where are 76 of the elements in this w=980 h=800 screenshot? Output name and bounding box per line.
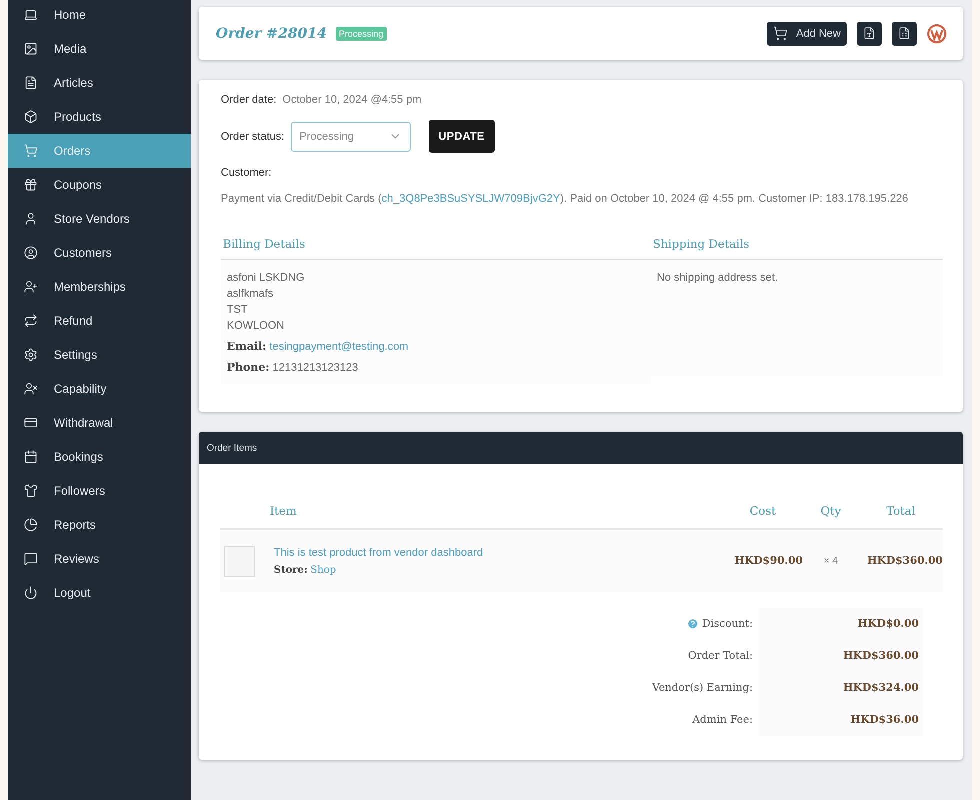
store-line: Store: Shop (274, 564, 338, 576)
sidebar-item[interactable]: Media (8, 32, 191, 66)
total-value: HKD$324.00 (843, 682, 919, 694)
phone-line: Phone: 12131213123123 (227, 361, 360, 374)
address-line: TST (227, 304, 249, 316)
calendar-icon (24, 450, 38, 464)
pdf-button[interactable] (857, 22, 882, 46)
payment-info: Payment via Credit/Debit Cards (ch_3Q8Pe3BSuSYSLJW709BjvG2Y). Paid on October 10, 2024 @ 4:55 pm. Customer IP: 183.178.195.226 (221, 193, 908, 205)
logo-icon[interactable] (927, 24, 947, 44)
total-label: Order Total: (687, 649, 754, 664)
total-label: Vendor(s) Earning: (651, 681, 754, 696)
total-value: HKD$0.00 (858, 618, 919, 630)
shipping-text: No shipping address set. (657, 272, 780, 284)
pie-chart-icon (24, 518, 38, 532)
address-line: aslfkmafs (227, 288, 274, 300)
sidebar-item[interactable]: Coupons (8, 168, 191, 202)
field-label: Customer: (221, 167, 272, 179)
total-value: HKD$360.00 (843, 650, 919, 662)
sidebar-item[interactable]: Withdrawal (8, 406, 191, 440)
total-value: HKD$360.00 (866, 555, 943, 567)
address-line: asfoni LSKDNG (227, 272, 306, 284)
cart-icon (24, 144, 38, 158)
credit-card-icon (24, 416, 38, 430)
total-value: HKD$36.00 (850, 714, 919, 726)
column-header: Item (270, 504, 298, 518)
update-button[interactable]: UPDATE (428, 120, 495, 153)
user-circle-icon (24, 246, 38, 260)
product-thumbnail (224, 546, 255, 576)
sidebar-item[interactable]: Reviews (8, 542, 191, 576)
user-x-icon (24, 382, 38, 396)
sidebar-item[interactable]: Products (8, 100, 191, 134)
sidebar-item[interactable]: Reports (8, 508, 191, 542)
total-label: Discount: (220, 608, 759, 640)
sidebar-item[interactable]: Refund (8, 304, 191, 338)
column-header: Total (886, 504, 916, 518)
document-icon (863, 27, 876, 40)
order-title: Order #28014 (216, 26, 327, 42)
column-header: Qty (820, 504, 842, 518)
sidebar-item[interactable]: Logout (8, 576, 191, 610)
power-icon (24, 586, 38, 600)
image-icon (24, 42, 38, 56)
user-icon (24, 212, 38, 226)
email-line: Email: tesingpayment@testing.com (227, 340, 410, 353)
quantity-value: × 4 (822, 556, 840, 566)
shirt-icon (24, 484, 38, 498)
gear-icon (24, 348, 38, 362)
address-line: KOWLOON (227, 320, 286, 332)
section-bar: Order Items (199, 432, 963, 464)
add-new-button[interactable]: Add New (767, 22, 847, 46)
gift-icon (24, 178, 38, 192)
field-label: Order status: (221, 130, 285, 142)
column-header: Cost (748, 504, 778, 518)
sidebar-item[interactable]: Capability (8, 372, 191, 406)
repeat-icon (24, 314, 38, 328)
sidebar-item[interactable]: Memberships (8, 270, 191, 304)
sidebar-item[interactable]: Articles (8, 66, 191, 100)
sidebar-item[interactable]: Home (8, 0, 191, 32)
field-label: Order date: (221, 94, 277, 106)
document-icon (898, 27, 911, 40)
cart-icon (773, 26, 788, 41)
status-badge: Processing (336, 26, 386, 40)
invoice-button[interactable] (892, 22, 917, 46)
status-dropdown[interactable]: Processing (290, 122, 411, 152)
sidebar-item[interactable]: Bookings (8, 440, 191, 474)
sidebar-item[interactable]: Customers (8, 236, 191, 270)
user-plus-icon (24, 280, 38, 294)
box-icon (24, 110, 38, 124)
laptop-icon (24, 8, 38, 22)
order-date: October 10, 2024 @4:55 pm (282, 94, 422, 106)
document-icon (24, 76, 38, 90)
sidebar-item[interactable]: Settings (8, 338, 191, 372)
cost-value: HKD$90.00 (734, 555, 803, 567)
sidebar-item[interactable]: Followers (8, 474, 191, 508)
total-label: Admin Fee: (692, 713, 754, 728)
chat-icon (24, 552, 38, 566)
sidebar-item[interactable]: Store Vendors (8, 202, 191, 236)
